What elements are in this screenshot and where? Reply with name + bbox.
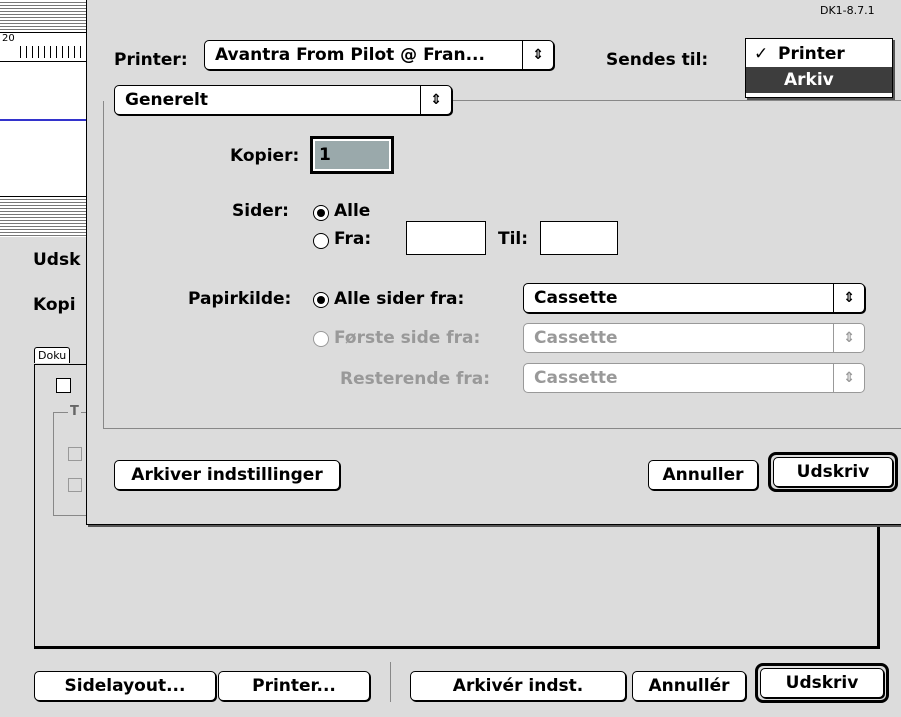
copies-value: 1	[315, 141, 389, 169]
send-to-menu[interactable]: ✓ Printer Arkiv	[745, 38, 893, 98]
background-title-fragment: Udsk	[33, 250, 81, 270]
pages-all-label: Alle	[334, 201, 371, 221]
paper-all-pages-value: Cassette	[534, 288, 618, 308]
copies-field[interactable]: 1	[310, 136, 394, 174]
print-button[interactable]: Udskriv	[773, 457, 893, 487]
title-bar-stripes	[0, 0, 86, 32]
background-checkbox[interactable]	[56, 378, 71, 393]
section-popup[interactable]: Generelt ⇕	[114, 85, 452, 115]
pages-label: Sider:	[232, 201, 289, 221]
ruler-ticks	[20, 46, 86, 58]
background-checkbox-disabled	[68, 447, 82, 461]
paper-remaining-label: Resterende fra:	[340, 369, 491, 389]
paper-first-page-label: Første side fra:	[334, 328, 481, 348]
popup-arrows-icon: ⇕	[420, 86, 451, 114]
paper-first-page-value: Cassette	[534, 328, 618, 348]
printer-label: Printer:	[114, 50, 188, 70]
printer-popup-value: Avantra From Pilot @ Fran...	[215, 45, 485, 65]
pages-from-radio[interactable]	[313, 233, 329, 249]
pages-from-label: Fra:	[334, 229, 372, 249]
menu-item-printer[interactable]: ✓ Printer	[746, 41, 892, 67]
send-to-label: Sendes til:	[606, 50, 709, 70]
pages-from-field[interactable]	[406, 221, 486, 255]
background-copies-fragment: Kopi	[33, 295, 76, 315]
background-checkbox-disabled	[68, 478, 82, 492]
menu-item-archive-label: Arkiv	[784, 70, 834, 90]
save-settings-button[interactable]: Arkiver indstillinger	[114, 460, 340, 490]
copies-label: Kopier:	[230, 146, 300, 166]
paper-source-label: Papirkilde:	[188, 289, 292, 309]
popup-arrows-icon: ⇕	[833, 324, 864, 352]
pages-all-radio[interactable]	[313, 205, 329, 221]
popup-arrows-icon: ⇕	[522, 41, 553, 69]
cancel-button-bg[interactable]: Annullér	[632, 671, 746, 701]
pages-to-field[interactable]	[540, 221, 618, 255]
paper-remaining-popup: Cassette ⇕	[523, 363, 865, 393]
section-frame-line	[450, 100, 901, 101]
pages-to-label: Til:	[498, 229, 529, 249]
print-button-bg[interactable]: Udskriv	[760, 668, 884, 698]
document-margin-line	[0, 119, 86, 121]
paper-all-pages-popup[interactable]: Cassette ⇕	[523, 283, 865, 313]
paper-remaining-value: Cassette	[534, 368, 618, 388]
paper-first-page-popup: Cassette ⇕	[523, 323, 865, 353]
cancel-button[interactable]: Annuller	[648, 460, 758, 490]
printer-button[interactable]: Printer...	[218, 671, 370, 701]
save-settings-button-bg[interactable]: Arkivér indst.	[410, 671, 626, 701]
popup-arrows-icon: ⇕	[833, 284, 864, 312]
printer-popup[interactable]: Avantra From Pilot @ Fran... ⇕	[204, 40, 554, 70]
print-button-bg-frame: Udskriv	[755, 663, 889, 703]
button-separator	[390, 662, 391, 702]
background-tab[interactable]: Doku	[34, 347, 71, 363]
menu-item-printer-label: Printer	[778, 44, 845, 64]
section-popup-value: Generelt	[125, 90, 208, 110]
paper-all-pages-label: Alle sider fra:	[334, 289, 465, 309]
menu-item-archive[interactable]: Arkiv	[746, 67, 892, 93]
checkmark-icon: ✓	[754, 44, 769, 64]
version-label: DK1-8.7.1	[820, 4, 875, 17]
window-title-bar	[0, 196, 86, 237]
ruler-number: 20	[2, 33, 15, 44]
paper-first-page-radio	[313, 331, 329, 347]
page-layout-button[interactable]: Sidelayout...	[34, 671, 216, 701]
paper-all-pages-radio[interactable]	[313, 292, 329, 308]
popup-arrows-icon: ⇕	[833, 364, 864, 392]
background-group-label: T	[68, 404, 81, 419]
print-button-frame: Udskriv	[768, 452, 898, 492]
